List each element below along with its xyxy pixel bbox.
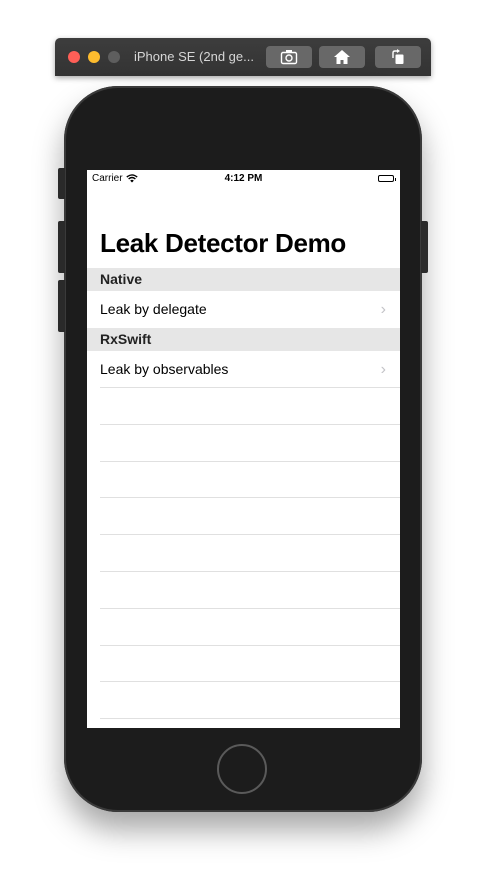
- status-time: 4:12 PM: [224, 173, 263, 184]
- row-separator: [100, 534, 400, 535]
- home-button[interactable]: [319, 46, 365, 68]
- row-separator: [100, 645, 400, 646]
- device-home-button[interactable]: [217, 744, 267, 794]
- rotate-button[interactable]: [375, 46, 421, 68]
- row-separator: [100, 608, 400, 609]
- camera-icon: [280, 50, 298, 65]
- row-separator: [100, 718, 400, 719]
- page-title: Leak Detector Demo: [100, 228, 347, 258]
- status-bar: Carrier 4:12 PM: [87, 170, 400, 188]
- volume-down-button: [58, 280, 65, 332]
- row-leak-by-observables[interactable]: Leak by observables ›: [87, 351, 400, 388]
- minimize-window-button[interactable]: [88, 51, 100, 63]
- row-separator: [100, 424, 400, 425]
- row-separator: [100, 571, 400, 572]
- window-title: iPhone SE (2nd ge...: [134, 49, 254, 64]
- chevron-right-icon: ›: [380, 301, 386, 318]
- row-separator: [100, 461, 400, 462]
- close-window-button[interactable]: [68, 51, 80, 63]
- zoom-window-button[interactable]: [108, 51, 120, 63]
- chevron-right-icon: ›: [380, 361, 386, 378]
- section-header-rxswift: RxSwift: [87, 328, 400, 351]
- battery-icon: [378, 175, 396, 182]
- row-separator: [100, 387, 400, 388]
- section-header-native: Native: [87, 268, 400, 291]
- volume-up-button: [58, 221, 65, 273]
- power-button: [421, 221, 428, 273]
- device-screen: Carrier 4:12 PM Leak Detector Demo Nativ…: [87, 170, 400, 728]
- row-separator: [100, 681, 400, 682]
- row-label: Leak by delegate: [100, 301, 207, 317]
- mute-switch: [58, 168, 65, 199]
- row-label: Leak by observables: [100, 361, 229, 377]
- rotate-icon: [392, 49, 404, 64]
- row-leak-by-delegate[interactable]: Leak by delegate ›: [87, 291, 400, 328]
- home-icon: [334, 50, 350, 64]
- simulator-titlebar: iPhone SE (2nd ge...: [55, 38, 431, 76]
- screenshot-button[interactable]: [266, 46, 312, 68]
- row-separator: [100, 497, 400, 498]
